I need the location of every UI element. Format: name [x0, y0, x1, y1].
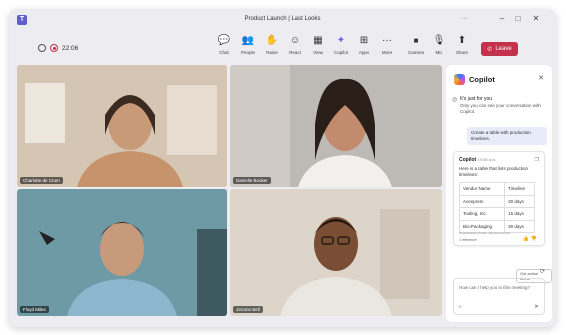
timeline-table: Vendor Name Timeline Acenprem 30 days To…: [458, 182, 535, 233]
video-tile[interactable]: Danielle Booker: [230, 65, 442, 187]
maximize-icon[interactable]: □: [512, 14, 524, 24]
close-icon[interactable]: ✕: [538, 74, 544, 82]
title-bar: T Product Launch | Last Looks ··· – □ ✕: [9, 9, 556, 31]
share-icon: ⬆: [457, 35, 467, 46]
mic-icon: 🎙: [432, 35, 446, 46]
close-window-icon[interactable]: ✕: [530, 14, 542, 24]
minimize-icon[interactable]: –: [496, 14, 508, 24]
copilot-input[interactable]: How can I help you in this meeting? ⌕ ➤: [453, 278, 545, 315]
send-icon[interactable]: ➤: [534, 303, 539, 310]
copilot-logo-icon: [454, 74, 465, 85]
copilot-button[interactable]: ✦ Copilot: [330, 35, 352, 55]
attach-icon[interactable]: ⌕: [459, 304, 462, 310]
copilot-panel: Copilot ✕ ◎ It's just for you Only you c…: [446, 65, 552, 322]
people-button[interactable]: 👥 People: [237, 35, 259, 55]
participant-video: [230, 189, 442, 316]
more-icon: ···: [382, 35, 392, 46]
react-button[interactable]: ☺ React: [284, 35, 306, 55]
response-sender: Copilot: [459, 157, 477, 163]
react-icon: ☺: [289, 35, 301, 46]
more-button[interactable]: ··· More: [376, 35, 398, 55]
response-header: Copilot 10:35 a.m.: [459, 157, 497, 163]
table-cell: 15 days: [504, 207, 535, 221]
video-tile[interactable]: Floyd Miles: [17, 189, 227, 316]
input-placeholder: How can I help you in this meeting?: [459, 285, 531, 290]
camera-icon: ■: [413, 36, 419, 45]
leave-button[interactable]: ✆ Leave: [481, 42, 518, 56]
people-icon: 👥: [241, 35, 255, 46]
feedback-icons[interactable]: 👍👎: [523, 236, 539, 242]
reference-link[interactable]: 1 reference: [459, 238, 477, 242]
meeting-status: 22:06: [38, 44, 78, 52]
participant-name: Danielle Booker: [233, 177, 271, 184]
table-row: Vendor Name Timeline: [458, 182, 535, 196]
refresh-icon[interactable]: ⟳: [540, 268, 545, 275]
privacy-icon: ◎: [452, 97, 458, 103]
teams-window: T Product Launch | Last Looks ··· – □ ✕ …: [9, 9, 556, 327]
video-tile[interactable]: Jerome Bell: [230, 189, 442, 316]
camera-button[interactable]: ■ Camera: [405, 35, 427, 55]
participant-name: Jerome Bell: [233, 306, 263, 313]
participant-name: Charlotte de Crum: [20, 177, 63, 184]
phone-icon: ✆: [487, 46, 493, 53]
shield-icon: [38, 44, 46, 52]
copilot-response-card: Copilot 10:35 a.m. ❐ Here is a table tha…: [453, 151, 545, 246]
ai-disclaimer: AI-generated content may be incorrect: [459, 231, 511, 235]
table-cell: 30 days: [504, 194, 535, 208]
meeting-toolbar: 22:06 💬 Chat 👥 People ✋ Raise ☺ React ▦ …: [9, 31, 556, 63]
share-button[interactable]: ⬆ Share: [451, 35, 473, 55]
copilot-title: Copilot: [469, 75, 495, 84]
chat-icon: 💬: [217, 35, 231, 46]
participant-name: Floyd Miles: [20, 306, 49, 313]
notice-title: It's just for you: [460, 96, 493, 102]
copilot-icon: ✦: [336, 35, 346, 46]
participant-video: [17, 65, 227, 187]
participant-video: [230, 65, 442, 187]
raise-hand-button[interactable]: ✋ Raise: [261, 35, 283, 55]
title-more-icon[interactable]: ···: [461, 15, 468, 22]
user-prompt: Create a table with production timelines…: [467, 127, 547, 145]
table-row: Acenprem 30 days: [458, 194, 535, 208]
raise-hand-icon: ✋: [265, 35, 279, 46]
recording-icon: [50, 44, 58, 52]
table-row: Tooling, Inc. 15 days: [458, 207, 535, 221]
response-text: Here is a table that lists production ti…: [459, 166, 529, 177]
table-cell: Vendor Name: [458, 182, 506, 196]
response-time: 10:35 a.m.: [477, 157, 497, 162]
notice-body: Only you can see your conversation with …: [460, 103, 541, 114]
meeting-title: Product Launch | Last Looks: [244, 16, 321, 22]
copy-icon[interactable]: ❐: [535, 157, 539, 163]
table-cell: Timeline: [504, 182, 535, 196]
video-tile[interactable]: Charlotte de Crum: [17, 65, 227, 187]
view-icon: ▦: [313, 35, 323, 46]
copilot-header: Copilot: [454, 74, 495, 85]
apps-icon: ⊞: [359, 35, 369, 46]
apps-button[interactable]: ⊞ Apps: [353, 35, 375, 55]
table-cell: Acenprem: [458, 194, 506, 208]
meeting-timer: 22:06: [62, 44, 79, 52]
privacy-notice: ◎ It's just for you Only you can see you…: [452, 96, 544, 115]
table-cell: Tooling, Inc.: [458, 207, 506, 221]
view-button[interactable]: ▦ View: [307, 35, 329, 55]
chat-button[interactable]: 💬 Chat: [213, 35, 235, 55]
participant-video: [17, 189, 227, 316]
mic-button[interactable]: 🎙 Mic: [428, 35, 450, 55]
